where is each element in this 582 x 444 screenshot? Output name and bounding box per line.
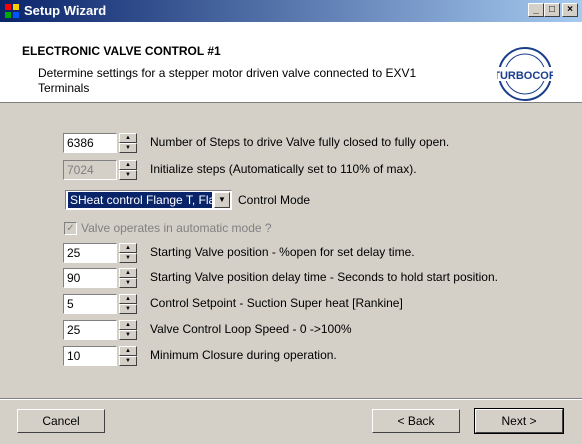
spin-down-icon[interactable]: ▼ xyxy=(119,304,137,314)
setup-wizard-window: Setup Wizard _ □ × ELECTRONIC VALVE CONT… xyxy=(0,0,582,444)
spinner-arrows[interactable]: ▲ ▼ xyxy=(119,294,137,314)
spinner-arrows[interactable]: ▲ ▼ xyxy=(119,133,137,153)
spinner-arrows[interactable]: ▲ ▼ xyxy=(119,320,137,340)
delay-time-input[interactable]: 90 xyxy=(63,268,117,288)
delay-time-label: Starting Valve position delay time - Sec… xyxy=(150,270,498,284)
steps-full-label: Number of Steps to drive Valve fully clo… xyxy=(150,135,450,149)
footer-divider xyxy=(0,398,582,400)
loop-speed-spinner[interactable]: 25 ▲ ▼ xyxy=(63,320,139,340)
page-description: Determine settings for a stepper motor d… xyxy=(38,66,417,95)
auto-mode-checkbox: ✓ xyxy=(64,222,77,235)
spin-down-icon[interactable]: ▼ xyxy=(119,143,137,153)
min-closure-input[interactable]: 10 xyxy=(63,346,117,366)
init-steps-spinner: 7024 ▲ ▼ xyxy=(63,160,139,180)
title-bar: Setup Wizard _ □ × xyxy=(0,0,582,22)
delay-time-spinner[interactable]: 90 ▲ ▼ xyxy=(63,268,139,288)
control-mode-select[interactable]: SHeat control Flange T, Flang ▼ xyxy=(65,190,232,210)
next-button[interactable]: Next > xyxy=(474,408,564,434)
min-closure-label: Minimum Closure during operation. xyxy=(150,348,337,362)
cancel-button[interactable]: Cancel xyxy=(17,409,105,433)
spin-down-icon[interactable]: ▼ xyxy=(119,330,137,340)
start-position-input[interactable]: 25 xyxy=(63,243,117,263)
app-icon xyxy=(5,4,19,18)
spin-up-icon[interactable]: ▲ xyxy=(119,320,137,330)
spinner-arrows[interactable]: ▲ ▼ xyxy=(119,346,137,366)
turbocor-logo: TURBOCOR xyxy=(497,47,553,101)
spin-up-icon[interactable]: ▲ xyxy=(119,294,137,304)
logo-text: TURBOCOR xyxy=(497,70,553,82)
spin-down-icon[interactable]: ▼ xyxy=(119,278,137,288)
control-mode-value[interactable]: SHeat control Flange T, Flang xyxy=(68,192,212,208)
spin-up-icon: ▲ xyxy=(119,160,137,170)
init-steps-input: 7024 xyxy=(63,160,117,180)
loop-speed-label: Valve Control Loop Speed - 0 ->100% xyxy=(150,322,352,336)
setpoint-input[interactable]: 5 xyxy=(63,294,117,314)
steps-full-spinner[interactable]: 6386 ▲ ▼ xyxy=(63,133,139,153)
spin-down-icon: ▼ xyxy=(119,170,137,180)
start-position-label: Starting Valve position - %open for set … xyxy=(150,245,415,259)
setpoint-spinner[interactable]: 5 ▲ ▼ xyxy=(63,294,139,314)
spin-down-icon[interactable]: ▼ xyxy=(119,253,137,263)
control-mode-label: Control Mode xyxy=(238,193,311,207)
init-steps-label: Initialize steps (Automatically set to 1… xyxy=(150,162,417,176)
spin-up-icon[interactable]: ▲ xyxy=(119,133,137,143)
loop-speed-input[interactable]: 25 xyxy=(63,320,117,340)
spin-up-icon[interactable]: ▲ xyxy=(119,346,137,356)
page-title: ELECTRONIC VALVE CONTROL #1 xyxy=(22,44,221,58)
spinner-arrows[interactable]: ▲ ▼ xyxy=(119,243,137,263)
chevron-down-icon[interactable]: ▼ xyxy=(214,192,230,208)
start-position-spinner[interactable]: 25 ▲ ▼ xyxy=(63,243,139,263)
wizard-header: ELECTRONIC VALVE CONTROL #1 Determine se… xyxy=(0,22,582,103)
back-button[interactable]: < Back xyxy=(372,409,460,433)
spin-up-icon[interactable]: ▲ xyxy=(119,243,137,253)
min-closure-spinner[interactable]: 10 ▲ ▼ xyxy=(63,346,139,366)
auto-mode-label: Valve operates in automatic mode ? xyxy=(81,221,272,235)
maximize-button[interactable]: □ xyxy=(544,3,560,17)
spinner-arrows: ▲ ▼ xyxy=(119,160,137,180)
window-title: Setup Wizard xyxy=(24,3,107,18)
spinner-arrows[interactable]: ▲ ▼ xyxy=(119,268,137,288)
spin-up-icon[interactable]: ▲ xyxy=(119,268,137,278)
spin-down-icon[interactable]: ▼ xyxy=(119,356,137,366)
minimize-button[interactable]: _ xyxy=(528,3,544,17)
setpoint-label: Control Setpoint - Suction Super heat [R… xyxy=(150,296,403,310)
steps-full-input[interactable]: 6386 xyxy=(63,133,117,153)
close-button[interactable]: × xyxy=(562,3,578,17)
